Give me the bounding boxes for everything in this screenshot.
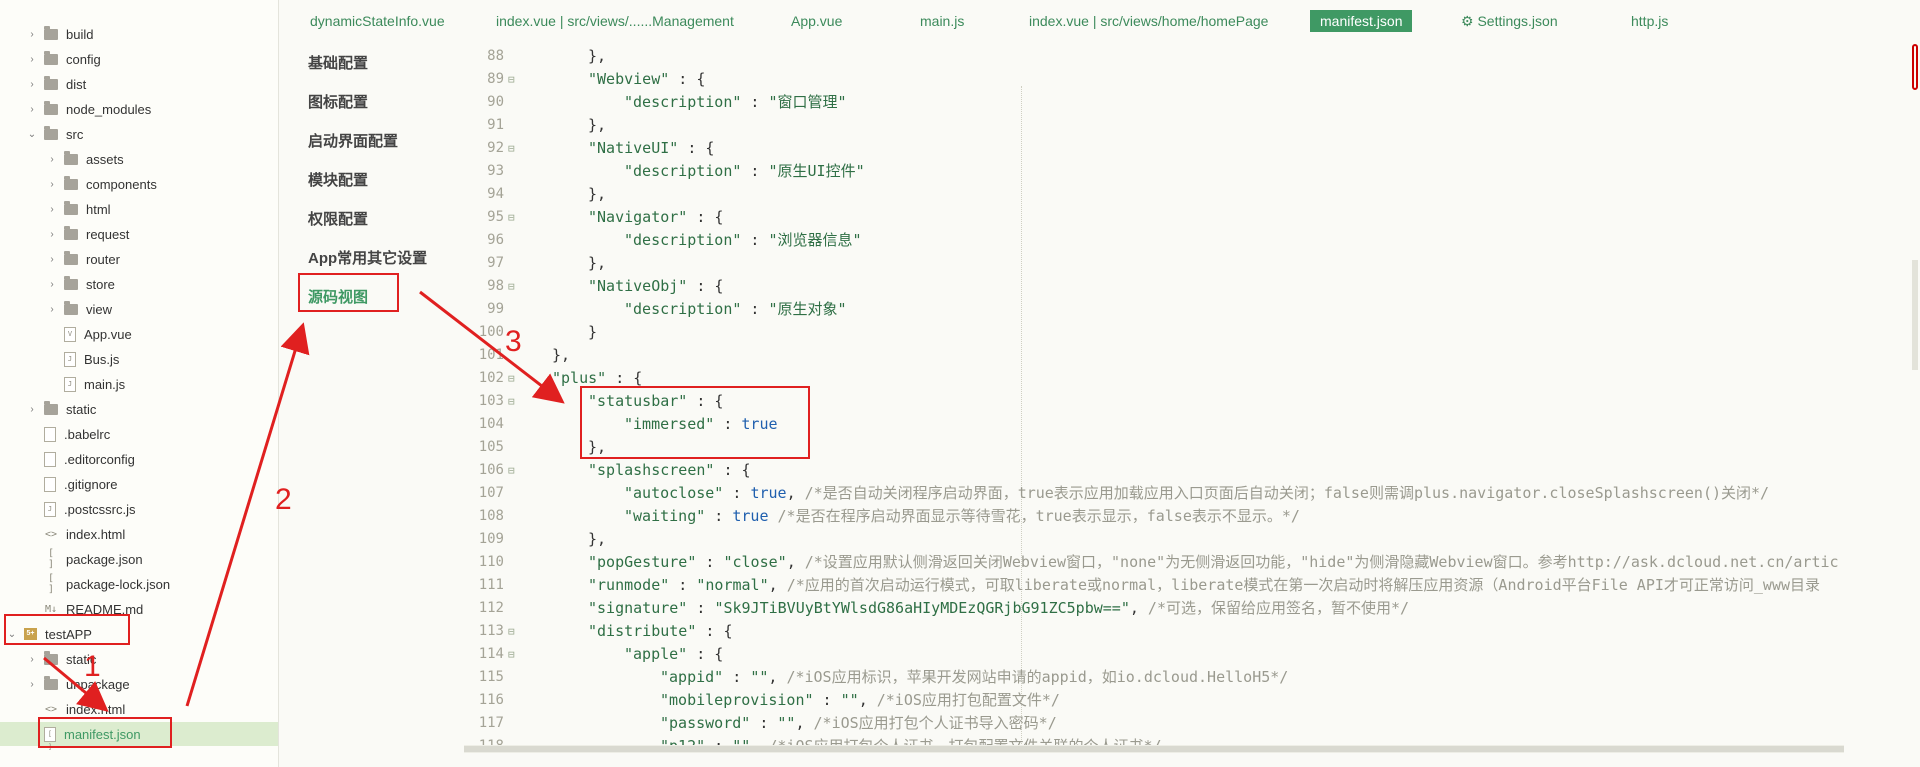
annotation-arrows bbox=[43, 290, 565, 712]
annotation-arrow-3 bbox=[419, 290, 565, 404]
annotation-arrow-1 bbox=[43, 656, 109, 712]
annotation-arrow-2 bbox=[185, 322, 310, 707]
